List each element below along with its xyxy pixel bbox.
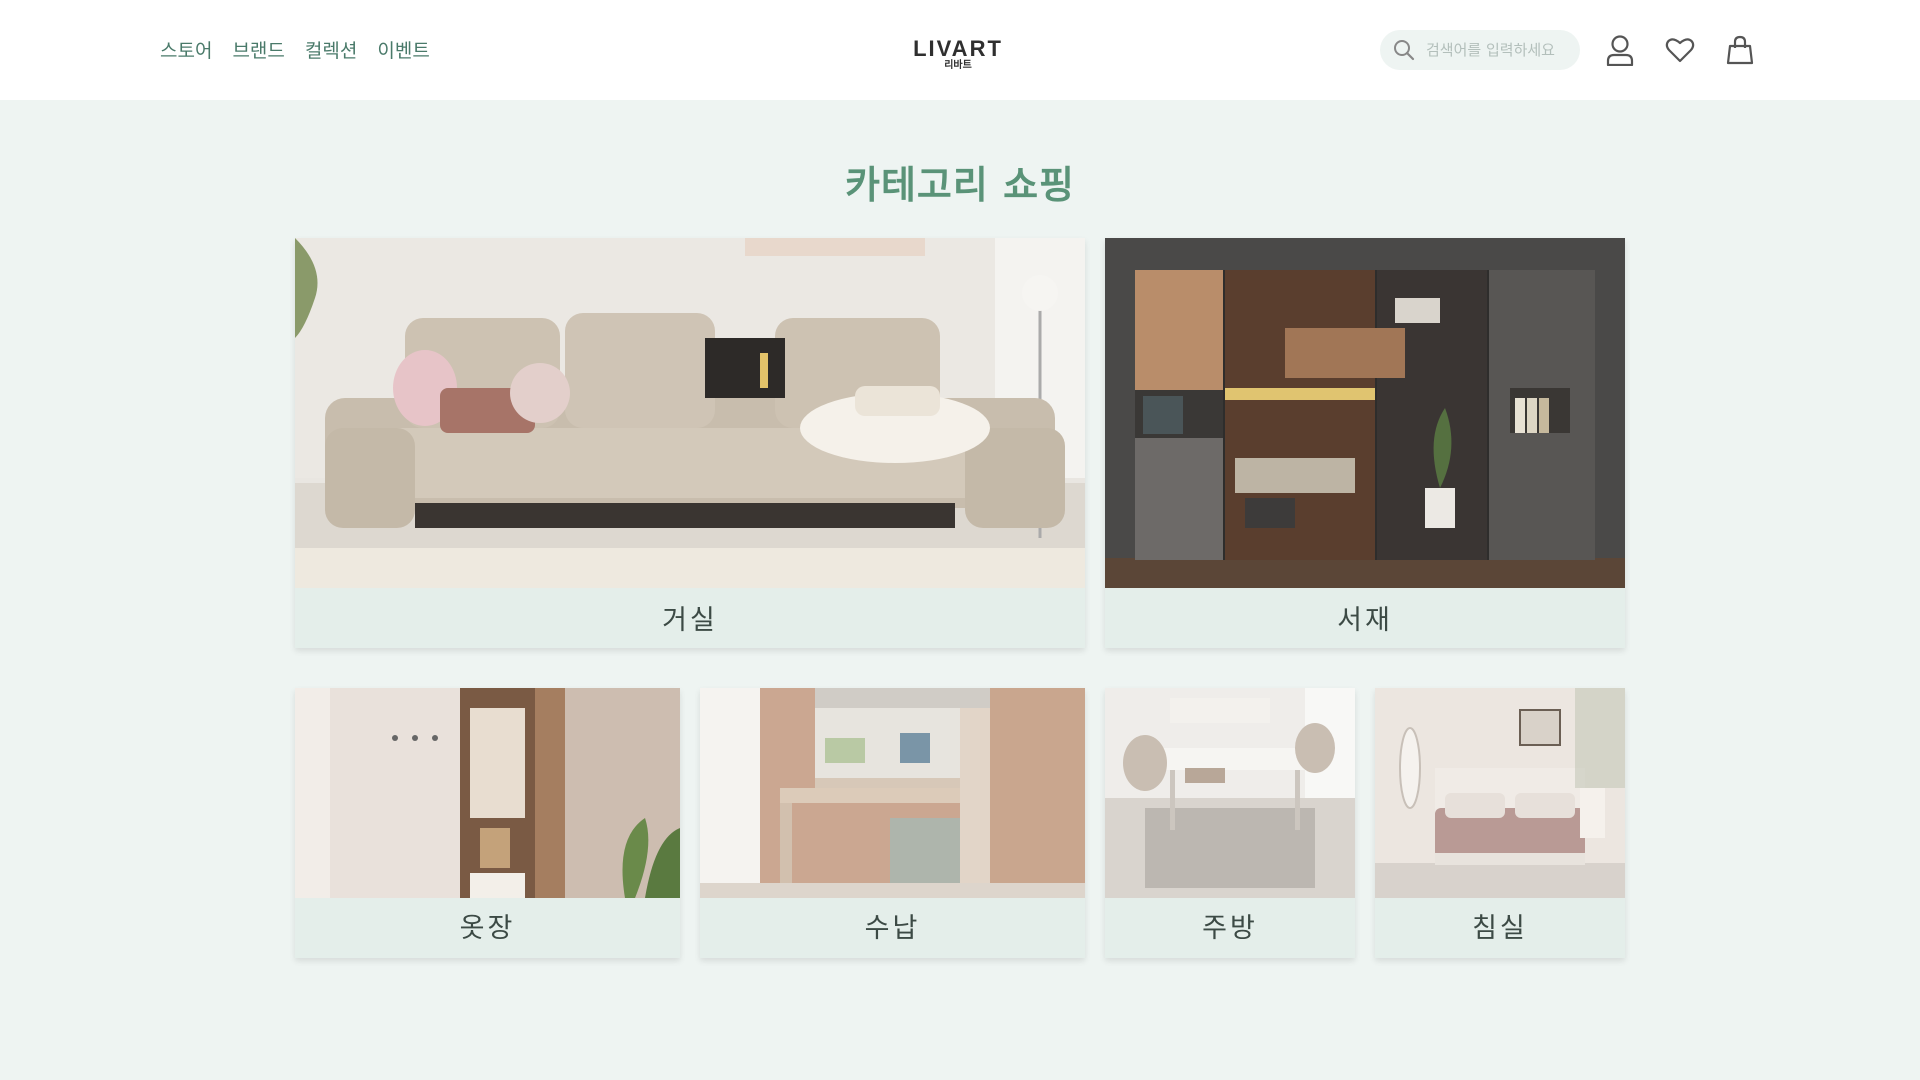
category-label-study: 서재	[1337, 605, 1393, 636]
category-card-living-room[interactable]: 거실	[295, 238, 1085, 648]
search-input[interactable]	[1426, 41, 1566, 59]
storage-desk-image	[700, 688, 1085, 898]
nav-item-store[interactable]: 스토어	[160, 36, 212, 63]
category-label-bedroom: 침실	[1472, 913, 1528, 944]
category-card-wardrobe[interactable]: 옷장	[295, 688, 680, 958]
category-label-kitchen: 주방	[1202, 913, 1258, 944]
living-room-sofa-image	[295, 238, 1085, 588]
category-label-storage: 수납	[864, 913, 921, 944]
kitchen-dining-table-image	[1105, 688, 1355, 898]
bedroom-bed-image	[1375, 688, 1625, 898]
nav-item-event[interactable]: 이벤트	[377, 36, 429, 63]
site-header: 스토어 브랜드 컬렉션 이벤트 LIVART 리바트	[0, 0, 1920, 100]
site-logo[interactable]: LIVART 리바트	[912, 38, 1004, 72]
heart-icon[interactable]	[1664, 33, 1696, 67]
shopping-bag-icon[interactable]	[1724, 33, 1756, 67]
search-box	[1380, 30, 1580, 70]
wardrobe-image	[295, 688, 680, 898]
main-nav: 스토어 브랜드 컬렉션 이벤트	[160, 36, 430, 63]
study-bookshelf-image	[1105, 238, 1625, 588]
page-title: 카테고리 쇼핑	[845, 163, 1075, 207]
search-icon[interactable]	[1392, 38, 1416, 62]
category-label-living-room: 거실	[662, 605, 718, 636]
category-card-bedroom[interactable]: 침실	[1375, 688, 1625, 958]
nav-item-brand[interactable]: 브랜드	[232, 36, 284, 63]
nav-item-collection[interactable]: 컬렉션	[305, 36, 357, 63]
category-label-wardrobe: 옷장	[459, 913, 516, 944]
logo-subtitle: 리바트	[944, 60, 972, 71]
user-icon[interactable]	[1604, 33, 1636, 67]
logo-wordmark: LIVART	[913, 36, 1003, 61]
category-card-storage[interactable]: 수납	[700, 688, 1085, 958]
category-card-kitchen[interactable]: 주방	[1105, 688, 1355, 958]
category-card-study[interactable]: 서재	[1105, 238, 1625, 648]
